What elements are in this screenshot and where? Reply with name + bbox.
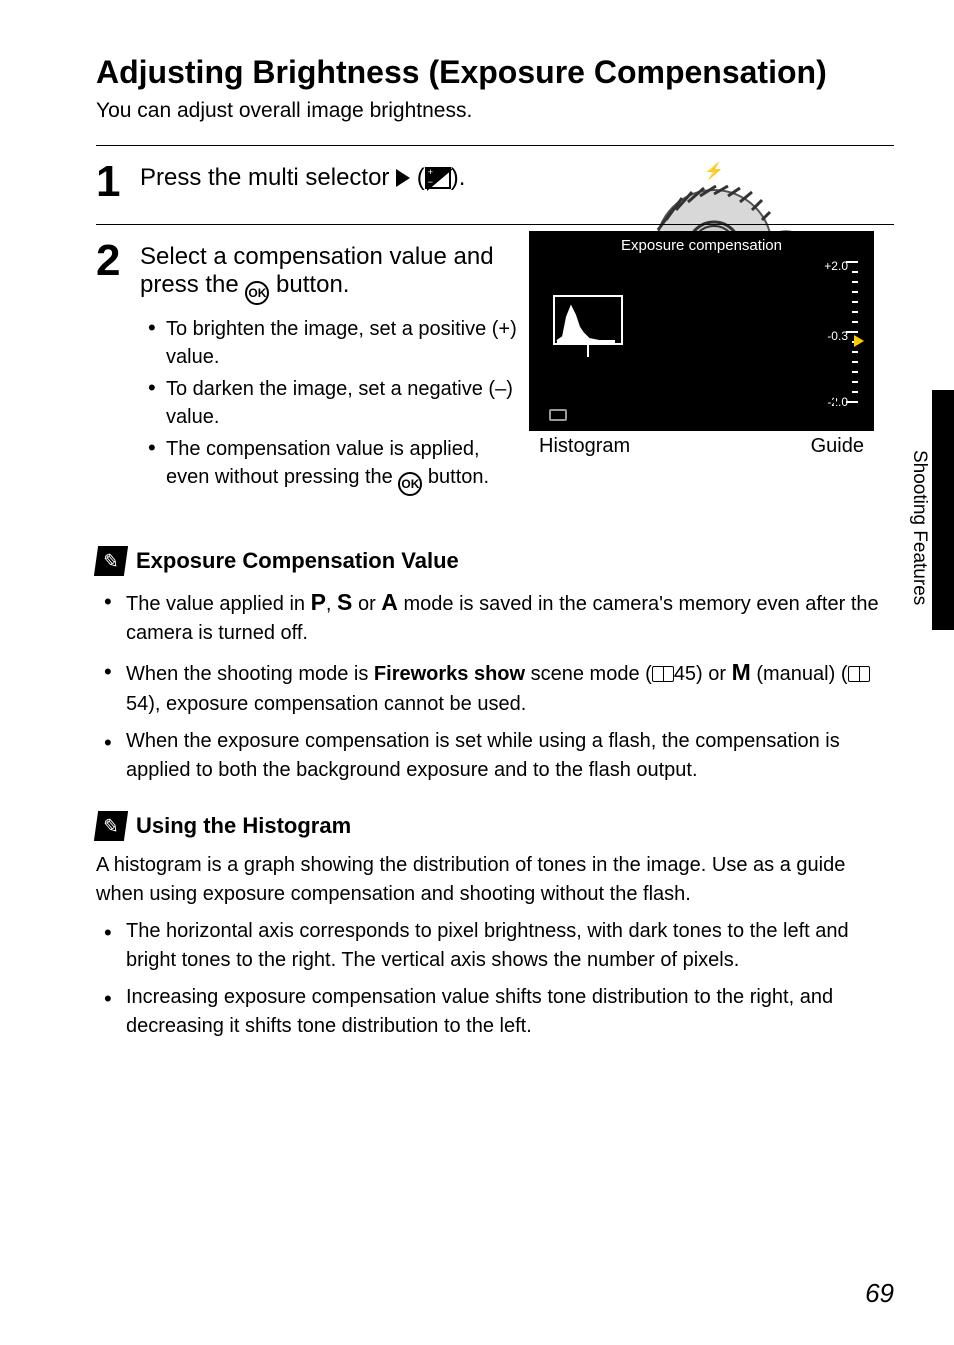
step-2-instruction: Select a compensation value and press th… bbox=[140, 243, 520, 305]
pencil-icon-2: ✎ bbox=[94, 811, 128, 841]
note-1-item-2: When the shooting mode is Fireworks show… bbox=[96, 656, 894, 718]
step-2-bullet-3: The compensation value is applied, even … bbox=[140, 435, 520, 496]
bullet-3-post: button. bbox=[422, 466, 489, 488]
step-2-number: 2 bbox=[96, 239, 140, 500]
lcd-screen: Exposure compensation bbox=[529, 231, 874, 431]
step-2-text-post: button. bbox=[269, 271, 349, 298]
lcd-val-mid: -0.3 bbox=[827, 329, 848, 343]
note-1-list: The value applied in P, S or A mode is s… bbox=[96, 586, 894, 785]
step-2-bullets: To brighten the image, set a positive (+… bbox=[140, 315, 520, 496]
book-icon-2 bbox=[848, 666, 870, 682]
lcd-histogram-box bbox=[553, 295, 623, 345]
n1i2-pre: When the shooting mode is bbox=[126, 663, 374, 685]
step-2: 2 Select a compensation value and press … bbox=[96, 224, 894, 500]
page-title: Adjusting Brightness (Exposure Compensat… bbox=[96, 54, 894, 91]
label-guide: Guide bbox=[811, 435, 864, 458]
mode-s: S bbox=[337, 589, 352, 615]
fireworks-show: Fireworks show bbox=[374, 663, 525, 685]
step-2-bullet-1: To brighten the image, set a positive (+… bbox=[140, 315, 520, 371]
guide-callout-line bbox=[834, 391, 836, 427]
lcd-title: Exposure compensation bbox=[529, 237, 874, 254]
ok-button-icon: OK bbox=[245, 281, 269, 305]
book-icon-1 bbox=[652, 666, 674, 682]
lcd-battery-icon bbox=[549, 409, 567, 421]
lcd-val-bot: -2.0 bbox=[827, 395, 848, 409]
side-tab bbox=[932, 390, 954, 630]
n1i2-ref2: 54), exposure compensation cannot be use… bbox=[126, 693, 526, 715]
n1i1-pre: The value applied in bbox=[126, 593, 311, 615]
page-number: 69 bbox=[865, 1278, 894, 1309]
ok-button-icon-small: OK bbox=[398, 472, 422, 496]
pencil-icon: ✎ bbox=[94, 546, 128, 576]
note-1-item-3: When the exposure compensation is set wh… bbox=[96, 727, 894, 785]
histogram-callout-line bbox=[587, 357, 589, 427]
svg-text:⚡: ⚡ bbox=[704, 161, 724, 180]
right-arrow-icon bbox=[396, 169, 410, 187]
note-2-header: ✎ Using the Histogram bbox=[96, 811, 894, 841]
mode-p: P bbox=[311, 589, 326, 615]
mode-a: A bbox=[381, 589, 398, 615]
mode-m: M bbox=[732, 659, 751, 685]
step-1-number: 1 bbox=[96, 160, 140, 204]
label-histogram: Histogram bbox=[539, 435, 630, 458]
n1i2-scene: scene mode ( bbox=[525, 663, 652, 685]
note-2-item-2: Increasing exposure compensation value s… bbox=[96, 983, 894, 1041]
step-1: 1 Press the multi selector (). bbox=[96, 145, 894, 204]
note-2-title: Using the Histogram bbox=[136, 813, 351, 839]
intro-text: You can adjust overall image brightness. bbox=[96, 99, 894, 123]
lcd-val-top: +2.0 bbox=[824, 259, 848, 273]
n1i2-manual: (manual) ( bbox=[751, 663, 848, 685]
n1i2-ref1: 45) or bbox=[674, 663, 732, 685]
note-1-header: ✎ Exposure Compensation Value bbox=[96, 546, 894, 576]
step-1-text-post: . bbox=[459, 164, 466, 191]
step-1-text-pre: Press the multi selector bbox=[140, 164, 396, 191]
note-1-item-1: The value applied in P, S or A mode is s… bbox=[96, 586, 894, 648]
lcd-bottom-labels: Histogram Guide bbox=[529, 435, 874, 458]
exposure-comp-icon bbox=[425, 167, 451, 189]
lcd-preview: Exposure compensation bbox=[529, 231, 874, 458]
note-2-item-1: The horizontal axis corresponds to pixel… bbox=[96, 917, 894, 975]
lcd-marker-icon bbox=[854, 335, 864, 347]
side-section-label: Shooting Features bbox=[908, 450, 930, 605]
note-2-para: A histogram is a graph showing the distr… bbox=[96, 851, 894, 909]
note-2-list: The horizontal axis corresponds to pixel… bbox=[96, 917, 894, 1041]
step-2-bullet-2: To darken the image, set a negative (–) … bbox=[140, 375, 520, 431]
note-1-title: Exposure Compensation Value bbox=[136, 548, 459, 574]
